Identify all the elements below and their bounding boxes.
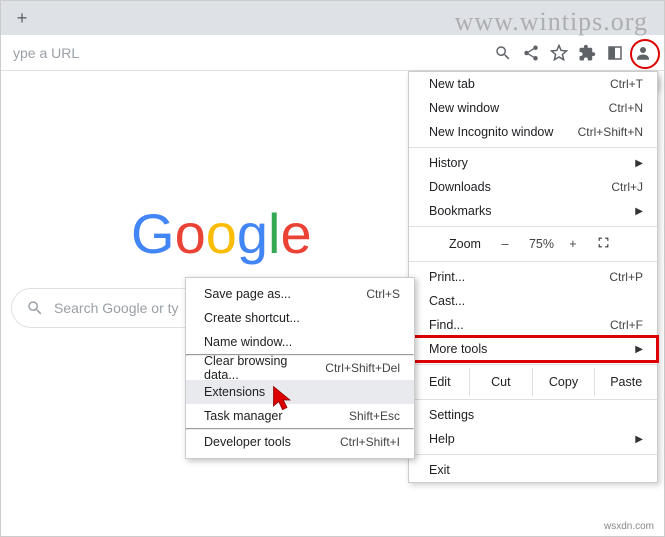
submenu-dev-tools[interactable]: Developer toolsCtrl+Shift+I	[186, 430, 414, 454]
menu-cast[interactable]: Cast...	[409, 289, 657, 313]
main-menu: New tabCtrl+T New windowCtrl+N New Incog…	[408, 71, 658, 483]
submenu-task-manager[interactable]: Task managerShift+Esc	[186, 404, 414, 428]
menu-incognito[interactable]: New Incognito windowCtrl+Shift+N	[409, 120, 657, 144]
menu-bookmarks[interactable]: Bookmarks▶	[409, 199, 657, 223]
address-bar: ype a URL	[1, 35, 664, 71]
menu-find[interactable]: Find...Ctrl+F	[409, 313, 657, 337]
zoom-value: 75%	[529, 237, 549, 251]
submenu-save-page[interactable]: Save page as...Ctrl+S	[186, 282, 414, 306]
bookmark-star-icon[interactable]	[550, 44, 568, 62]
submenu-arrow-icon: ▶	[635, 158, 643, 169]
submenu-name-window[interactable]: Name window...	[186, 330, 414, 354]
more-tools-submenu: Save page as...Ctrl+S Create shortcut...…	[185, 277, 415, 459]
menu-settings[interactable]: Settings	[409, 403, 657, 427]
edit-label: Edit	[409, 375, 469, 389]
submenu-arrow-icon: ▶	[635, 344, 643, 355]
menu-new-window[interactable]: New windowCtrl+N	[409, 96, 657, 120]
submenu-extensions[interactable]: Extensions	[186, 380, 414, 404]
menu-more-tools[interactable]: More tools▶	[409, 337, 657, 361]
paste-button[interactable]: Paste	[594, 368, 657, 396]
submenu-clear-data[interactable]: Clear browsing data...Ctrl+Shift+Del	[186, 356, 414, 380]
fullscreen-icon[interactable]	[597, 236, 610, 252]
toolbar-icons	[494, 44, 656, 62]
search-icon	[26, 299, 44, 317]
omnibox[interactable]: ype a URL	[9, 45, 79, 61]
menu-exit[interactable]: Exit	[409, 458, 657, 482]
zoom-label: Zoom	[449, 237, 481, 251]
watermark-text: www.wintips.org	[455, 7, 648, 37]
submenu-create-shortcut[interactable]: Create shortcut...	[186, 306, 414, 330]
cut-button[interactable]: Cut	[469, 368, 532, 396]
submenu-arrow-icon: ▶	[635, 206, 643, 217]
menu-help[interactable]: Help▶	[409, 427, 657, 451]
profile-icon[interactable]	[634, 44, 652, 62]
extensions-icon[interactable]	[578, 44, 596, 62]
submenu-arrow-icon: ▶	[635, 434, 643, 445]
zoom-out-button[interactable]: –	[495, 237, 515, 251]
menu-print[interactable]: Print...Ctrl+P	[409, 265, 657, 289]
reading-list-icon[interactable]	[606, 44, 624, 62]
footer-credit: wsxdn.com	[604, 521, 654, 532]
share-icon[interactable]	[522, 44, 540, 62]
menu-downloads[interactable]: DownloadsCtrl+J	[409, 175, 657, 199]
search-placeholder: Search Google or ty	[54, 300, 179, 316]
menu-history[interactable]: History▶	[409, 151, 657, 175]
new-tab-button[interactable]: +	[9, 5, 35, 31]
google-logo: Google	[131, 201, 312, 266]
menu-new-tab[interactable]: New tabCtrl+T	[409, 72, 657, 96]
menu-zoom: Zoom – 75% +	[409, 230, 657, 258]
copy-button[interactable]: Copy	[532, 368, 595, 396]
menu-edit-row: Edit Cut Copy Paste	[409, 368, 657, 396]
zoom-in-button[interactable]: +	[563, 237, 583, 251]
search-icon[interactable]	[494, 44, 512, 62]
